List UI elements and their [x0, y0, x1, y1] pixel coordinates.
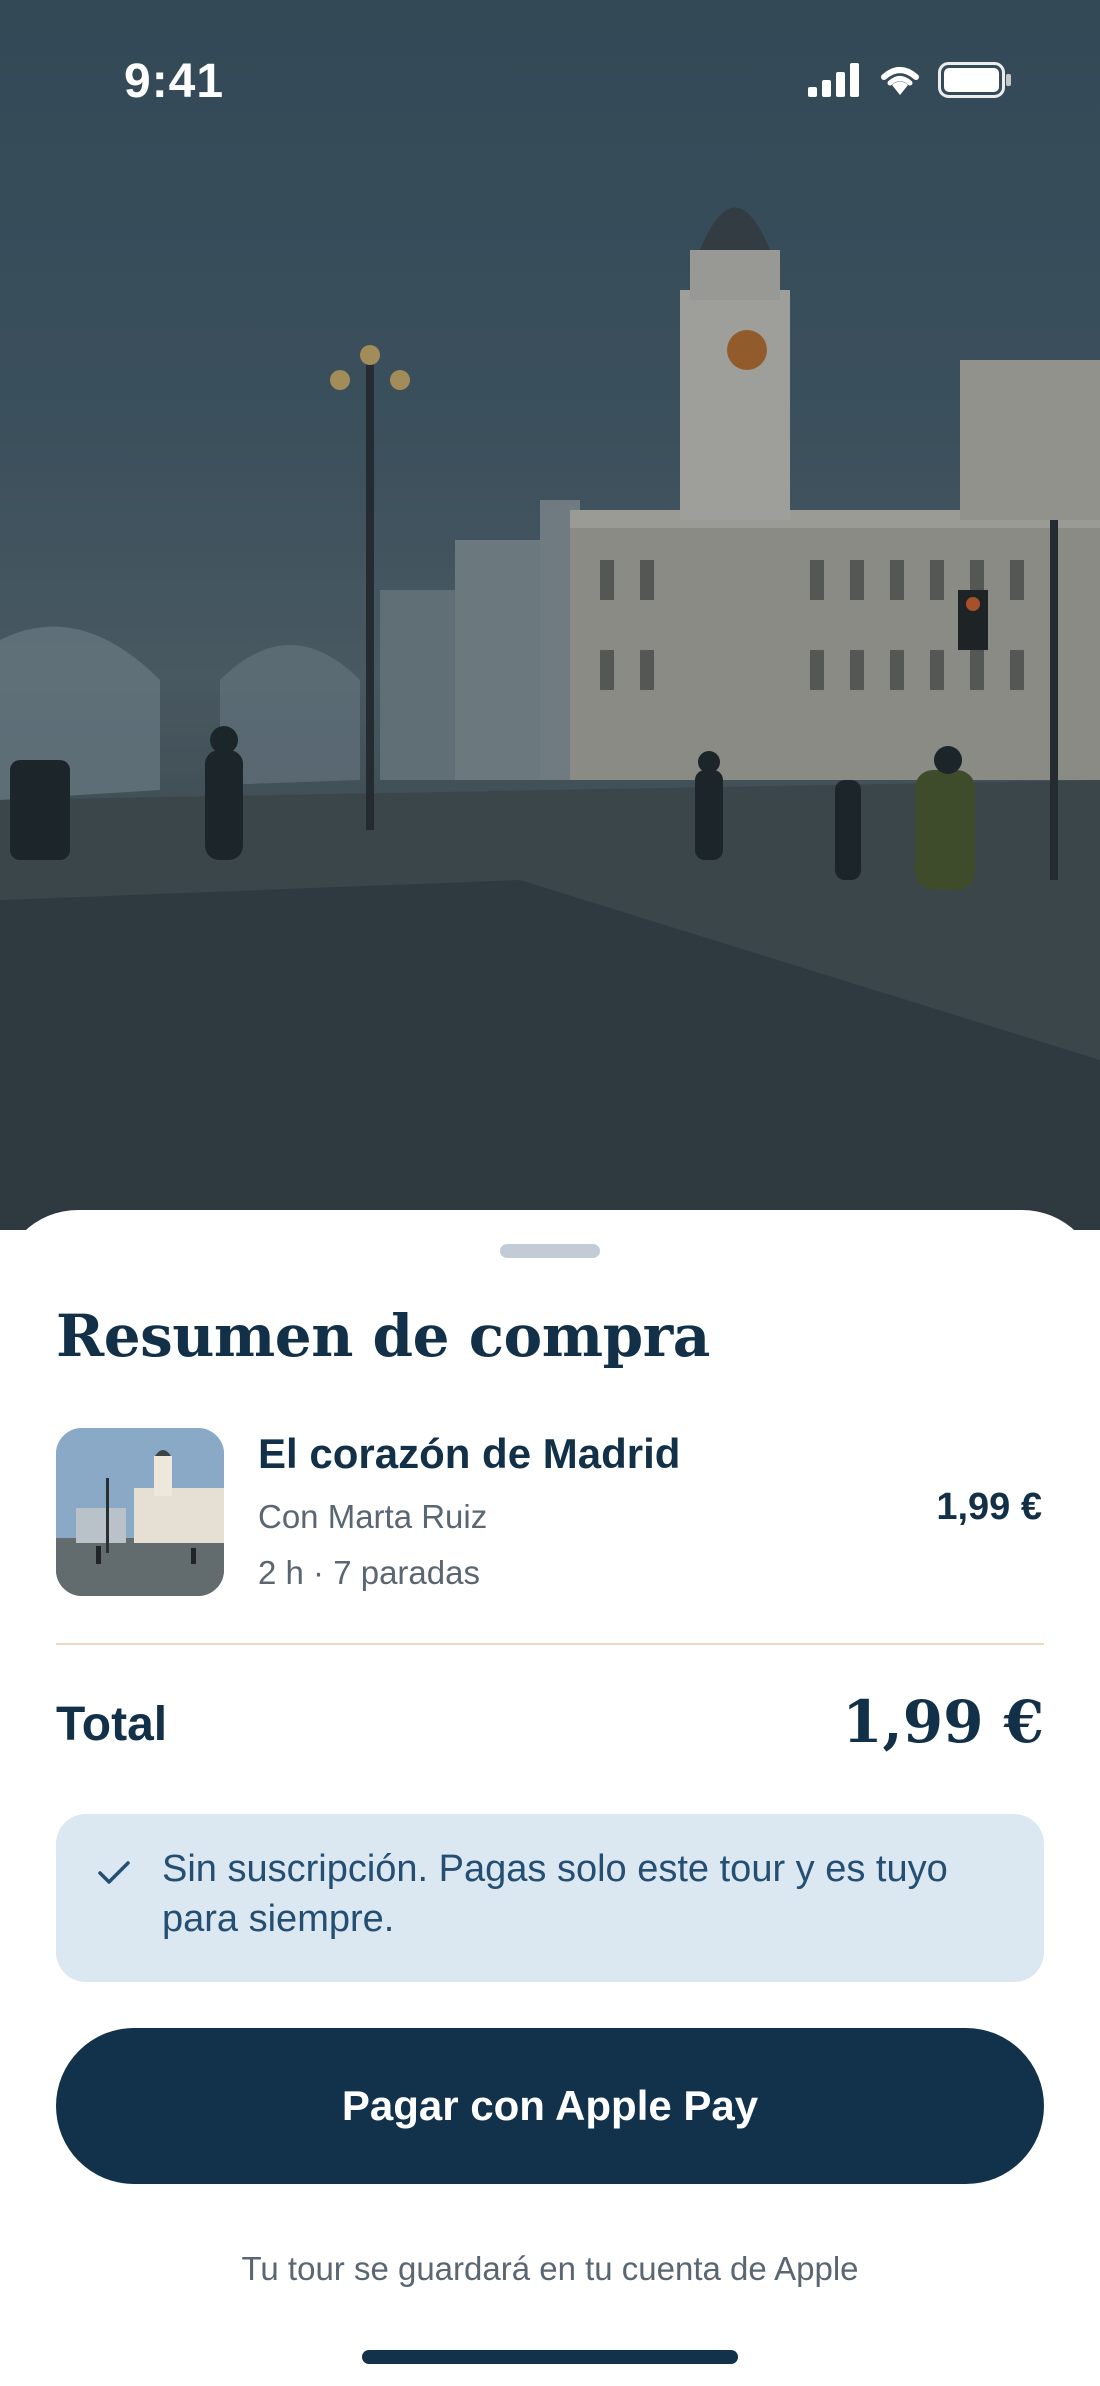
- cellular-signal-icon: [808, 63, 859, 97]
- tour-meta: 2 h · 7 paradas: [258, 1554, 480, 1591]
- divider: [56, 1643, 1044, 1645]
- tour-name: El corazón de Madrid: [258, 1430, 681, 1477]
- apple-pay-button[interactable]: Pagar con Apple Pay: [56, 2028, 1044, 2184]
- tour-thumbnail-image: [56, 1428, 224, 1596]
- total-value: 1,99 €: [842, 1688, 1044, 1756]
- no-subscription-notice: Sin suscripción. Pagas solo este tour y …: [56, 1814, 1044, 1982]
- tour-item: El corazón de Madrid Con Marta Ruiz 2 h …: [56, 1428, 1044, 1598]
- check-icon: [98, 1861, 130, 1884]
- sheet-grabber[interactable]: [500, 1244, 600, 1258]
- status-time: 9:41: [124, 55, 225, 108]
- footer-note: Tu tour se guardará en tu cuenta de Appl…: [241, 2250, 859, 2287]
- home-indicator[interactable]: [362, 2350, 738, 2364]
- tour-thumbnail: [56, 1428, 224, 1596]
- tour-guide: Con Marta Ruiz: [258, 1498, 488, 1535]
- hero-photo: [0, 0, 1100, 1230]
- tour-price: 1,99 €: [936, 1486, 1042, 1528]
- battery-icon: [938, 62, 1011, 98]
- notice-text: Sin suscripción. Pagas solo este tour y …: [162, 1848, 948, 1940]
- purchase-summary-sheet: Resumen de compra El corazón de Madrid C…: [0, 1210, 1100, 2386]
- sheet-title: Resumen de compra: [56, 1302, 710, 1370]
- total-label: Total: [56, 1698, 168, 1751]
- hero-overlay: [0, 0, 1100, 1230]
- wifi-icon: [881, 67, 919, 95]
- status-icons: [808, 62, 1012, 98]
- status-bar: 9:41: [0, 0, 1100, 170]
